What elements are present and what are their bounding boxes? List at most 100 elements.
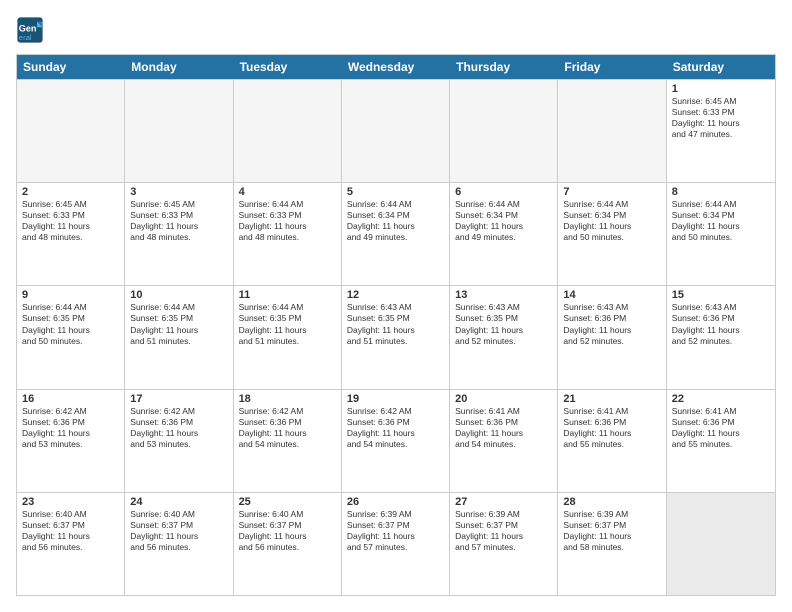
day-number: 21 bbox=[563, 393, 660, 405]
cell-info: Sunrise: 6:44 AM Sunset: 6:35 PM Dayligh… bbox=[130, 302, 227, 346]
cal-row-2: 9Sunrise: 6:44 AM Sunset: 6:35 PM Daylig… bbox=[17, 285, 775, 388]
cell-info: Sunrise: 6:43 AM Sunset: 6:36 PM Dayligh… bbox=[672, 302, 770, 346]
cell-info: Sunrise: 6:44 AM Sunset: 6:34 PM Dayligh… bbox=[455, 199, 552, 243]
calendar-header: SundayMondayTuesdayWednesdayThursdayFrid… bbox=[17, 55, 775, 79]
cal-cell-6: 6Sunrise: 6:44 AM Sunset: 6:34 PM Daylig… bbox=[450, 183, 558, 285]
cal-cell-empty-0-0 bbox=[17, 80, 125, 182]
weekday-thursday: Thursday bbox=[450, 55, 558, 79]
day-number: 10 bbox=[130, 289, 227, 301]
cell-info: Sunrise: 6:45 AM Sunset: 6:33 PM Dayligh… bbox=[672, 96, 770, 140]
svg-text:eral: eral bbox=[19, 33, 32, 42]
weekday-wednesday: Wednesday bbox=[342, 55, 450, 79]
cell-info: Sunrise: 6:44 AM Sunset: 6:34 PM Dayligh… bbox=[672, 199, 770, 243]
cell-info: Sunrise: 6:43 AM Sunset: 6:35 PM Dayligh… bbox=[455, 302, 552, 346]
cal-cell-23: 23Sunrise: 6:40 AM Sunset: 6:37 PM Dayli… bbox=[17, 493, 125, 595]
day-number: 8 bbox=[672, 186, 770, 198]
cal-cell-25: 25Sunrise: 6:40 AM Sunset: 6:37 PM Dayli… bbox=[234, 493, 342, 595]
day-number: 20 bbox=[455, 393, 552, 405]
cell-info: Sunrise: 6:43 AM Sunset: 6:35 PM Dayligh… bbox=[347, 302, 444, 346]
weekday-sunday: Sunday bbox=[17, 55, 125, 79]
cell-info: Sunrise: 6:40 AM Sunset: 6:37 PM Dayligh… bbox=[130, 509, 227, 553]
cell-info: Sunrise: 6:39 AM Sunset: 6:37 PM Dayligh… bbox=[455, 509, 552, 553]
cal-cell-13: 13Sunrise: 6:43 AM Sunset: 6:35 PM Dayli… bbox=[450, 286, 558, 388]
cal-cell-5: 5Sunrise: 6:44 AM Sunset: 6:34 PM Daylig… bbox=[342, 183, 450, 285]
day-number: 17 bbox=[130, 393, 227, 405]
cal-cell-empty-0-5 bbox=[558, 80, 666, 182]
cell-info: Sunrise: 6:41 AM Sunset: 6:36 PM Dayligh… bbox=[672, 406, 770, 450]
calendar: SundayMondayTuesdayWednesdayThursdayFrid… bbox=[16, 54, 776, 596]
cell-info: Sunrise: 6:42 AM Sunset: 6:36 PM Dayligh… bbox=[22, 406, 119, 450]
day-number: 28 bbox=[563, 496, 660, 508]
cell-info: Sunrise: 6:39 AM Sunset: 6:37 PM Dayligh… bbox=[563, 509, 660, 553]
cell-info: Sunrise: 6:39 AM Sunset: 6:37 PM Dayligh… bbox=[347, 509, 444, 553]
cell-info: Sunrise: 6:42 AM Sunset: 6:36 PM Dayligh… bbox=[130, 406, 227, 450]
cal-cell-22: 22Sunrise: 6:41 AM Sunset: 6:36 PM Dayli… bbox=[667, 390, 775, 492]
cal-cell-9: 9Sunrise: 6:44 AM Sunset: 6:35 PM Daylig… bbox=[17, 286, 125, 388]
cell-info: Sunrise: 6:44 AM Sunset: 6:33 PM Dayligh… bbox=[239, 199, 336, 243]
cal-cell-19: 19Sunrise: 6:42 AM Sunset: 6:36 PM Dayli… bbox=[342, 390, 450, 492]
cell-info: Sunrise: 6:42 AM Sunset: 6:36 PM Dayligh… bbox=[239, 406, 336, 450]
cal-cell-28: 28Sunrise: 6:39 AM Sunset: 6:37 PM Dayli… bbox=[558, 493, 666, 595]
cal-cell-empty-4-6 bbox=[667, 493, 775, 595]
cal-cell-12: 12Sunrise: 6:43 AM Sunset: 6:35 PM Dayli… bbox=[342, 286, 450, 388]
cal-row-1: 2Sunrise: 6:45 AM Sunset: 6:33 PM Daylig… bbox=[17, 182, 775, 285]
cal-cell-18: 18Sunrise: 6:42 AM Sunset: 6:36 PM Dayli… bbox=[234, 390, 342, 492]
cal-cell-empty-0-1 bbox=[125, 80, 233, 182]
cal-cell-20: 20Sunrise: 6:41 AM Sunset: 6:36 PM Dayli… bbox=[450, 390, 558, 492]
cell-info: Sunrise: 6:40 AM Sunset: 6:37 PM Dayligh… bbox=[22, 509, 119, 553]
day-number: 4 bbox=[239, 186, 336, 198]
day-number: 1 bbox=[672, 83, 770, 95]
cell-info: Sunrise: 6:44 AM Sunset: 6:34 PM Dayligh… bbox=[563, 199, 660, 243]
day-number: 14 bbox=[563, 289, 660, 301]
cal-cell-14: 14Sunrise: 6:43 AM Sunset: 6:36 PM Dayli… bbox=[558, 286, 666, 388]
weekday-tuesday: Tuesday bbox=[234, 55, 342, 79]
day-number: 9 bbox=[22, 289, 119, 301]
cal-row-0: 1Sunrise: 6:45 AM Sunset: 6:33 PM Daylig… bbox=[17, 79, 775, 182]
cal-cell-empty-0-3 bbox=[342, 80, 450, 182]
header: Gen eral bbox=[16, 16, 776, 44]
day-number: 5 bbox=[347, 186, 444, 198]
calendar-body: 1Sunrise: 6:45 AM Sunset: 6:33 PM Daylig… bbox=[17, 79, 775, 595]
cal-cell-7: 7Sunrise: 6:44 AM Sunset: 6:34 PM Daylig… bbox=[558, 183, 666, 285]
day-number: 18 bbox=[239, 393, 336, 405]
logo: Gen eral bbox=[16, 16, 48, 44]
cell-info: Sunrise: 6:45 AM Sunset: 6:33 PM Dayligh… bbox=[22, 199, 119, 243]
cell-info: Sunrise: 6:41 AM Sunset: 6:36 PM Dayligh… bbox=[455, 406, 552, 450]
cal-cell-8: 8Sunrise: 6:44 AM Sunset: 6:34 PM Daylig… bbox=[667, 183, 775, 285]
cal-cell-26: 26Sunrise: 6:39 AM Sunset: 6:37 PM Dayli… bbox=[342, 493, 450, 595]
day-number: 23 bbox=[22, 496, 119, 508]
cal-cell-4: 4Sunrise: 6:44 AM Sunset: 6:33 PM Daylig… bbox=[234, 183, 342, 285]
weekday-friday: Friday bbox=[558, 55, 666, 79]
cal-cell-11: 11Sunrise: 6:44 AM Sunset: 6:35 PM Dayli… bbox=[234, 286, 342, 388]
day-number: 24 bbox=[130, 496, 227, 508]
day-number: 22 bbox=[672, 393, 770, 405]
day-number: 15 bbox=[672, 289, 770, 301]
page: Gen eral SundayMondayTuesdayWednesdayThu… bbox=[0, 0, 792, 612]
day-number: 3 bbox=[130, 186, 227, 198]
logo-icon: Gen eral bbox=[16, 16, 44, 44]
cal-cell-16: 16Sunrise: 6:42 AM Sunset: 6:36 PM Dayli… bbox=[17, 390, 125, 492]
cal-cell-10: 10Sunrise: 6:44 AM Sunset: 6:35 PM Dayli… bbox=[125, 286, 233, 388]
cell-info: Sunrise: 6:44 AM Sunset: 6:34 PM Dayligh… bbox=[347, 199, 444, 243]
cal-cell-empty-0-2 bbox=[234, 80, 342, 182]
weekday-saturday: Saturday bbox=[667, 55, 775, 79]
cal-cell-1: 1Sunrise: 6:45 AM Sunset: 6:33 PM Daylig… bbox=[667, 80, 775, 182]
day-number: 26 bbox=[347, 496, 444, 508]
cal-cell-17: 17Sunrise: 6:42 AM Sunset: 6:36 PM Dayli… bbox=[125, 390, 233, 492]
weekday-monday: Monday bbox=[125, 55, 233, 79]
cal-row-3: 16Sunrise: 6:42 AM Sunset: 6:36 PM Dayli… bbox=[17, 389, 775, 492]
cell-info: Sunrise: 6:43 AM Sunset: 6:36 PM Dayligh… bbox=[563, 302, 660, 346]
day-number: 25 bbox=[239, 496, 336, 508]
cal-cell-15: 15Sunrise: 6:43 AM Sunset: 6:36 PM Dayli… bbox=[667, 286, 775, 388]
day-number: 27 bbox=[455, 496, 552, 508]
day-number: 13 bbox=[455, 289, 552, 301]
cell-info: Sunrise: 6:45 AM Sunset: 6:33 PM Dayligh… bbox=[130, 199, 227, 243]
cal-cell-2: 2Sunrise: 6:45 AM Sunset: 6:33 PM Daylig… bbox=[17, 183, 125, 285]
cell-info: Sunrise: 6:44 AM Sunset: 6:35 PM Dayligh… bbox=[22, 302, 119, 346]
cal-cell-3: 3Sunrise: 6:45 AM Sunset: 6:33 PM Daylig… bbox=[125, 183, 233, 285]
cell-info: Sunrise: 6:44 AM Sunset: 6:35 PM Dayligh… bbox=[239, 302, 336, 346]
day-number: 2 bbox=[22, 186, 119, 198]
cal-cell-24: 24Sunrise: 6:40 AM Sunset: 6:37 PM Dayli… bbox=[125, 493, 233, 595]
day-number: 7 bbox=[563, 186, 660, 198]
cal-cell-empty-0-4 bbox=[450, 80, 558, 182]
